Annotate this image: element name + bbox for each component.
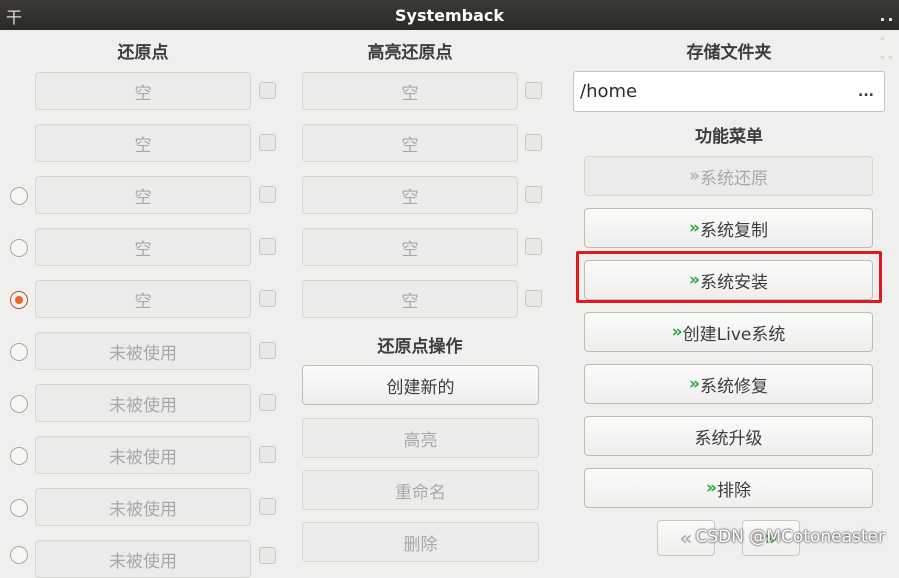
highlighted-point-checkbox[interactable] xyxy=(525,82,542,99)
restore-point-checkbox[interactable] xyxy=(259,394,276,411)
watermark-text: CSDN @MCotoneaster xyxy=(695,527,886,547)
storage-path-field[interactable]: /home ... xyxy=(573,71,885,112)
restore-point-slot: 未被使用 xyxy=(35,436,251,474)
highlighted-point-checkbox[interactable] xyxy=(525,238,542,255)
restore-point-slot: 空 xyxy=(35,228,251,266)
restore-point-slot: 未被使用 xyxy=(35,488,251,526)
delete-button[interactable]: 删除 xyxy=(302,522,539,562)
restore-point-checkbox[interactable] xyxy=(259,186,276,203)
chevron-right-icon: » xyxy=(689,374,700,394)
restore-point-checkbox[interactable] xyxy=(259,290,276,307)
highlighted-point-slot: 空 xyxy=(302,72,518,110)
create-live-system-button[interactable]: » 创建Live系统 xyxy=(584,312,873,352)
system-restore-label: 系统还原 xyxy=(699,168,768,189)
restore-point-checkbox[interactable] xyxy=(259,498,276,515)
highlighted-points-heading: 高亮还原点 xyxy=(367,43,453,63)
chevron-right-icon: » xyxy=(689,166,700,186)
restore-point-radio[interactable] xyxy=(10,546,28,564)
restore-point-checkbox[interactable] xyxy=(259,547,276,564)
restore-point-radio[interactable] xyxy=(10,187,28,205)
restore-point-slot: 未被使用 xyxy=(35,384,251,422)
pin-icon[interactable]: 干 xyxy=(6,4,22,28)
system-upgrade-label: 系统升级 xyxy=(694,428,763,449)
window-menu-icon[interactable] xyxy=(881,8,895,78)
restore-point-radio[interactable] xyxy=(10,239,28,257)
exclude-label: 排除 xyxy=(716,480,751,501)
restore-point-checkbox[interactable] xyxy=(259,342,276,359)
storage-path-text: /home xyxy=(580,81,638,102)
restore-point-radio[interactable] xyxy=(10,447,28,465)
highlighted-point-slot: 空 xyxy=(302,280,518,318)
browse-button[interactable]: ... xyxy=(858,84,874,100)
highlighted-point-slot: 空 xyxy=(302,124,518,162)
system-repair-label: 系统修复 xyxy=(699,376,768,397)
system-copy-button[interactable]: » 系统复制 xyxy=(584,208,873,248)
highlight-button[interactable]: 高亮 xyxy=(302,418,539,458)
highlight-annotation-box xyxy=(576,251,882,303)
restore-point-radio[interactable] xyxy=(10,343,28,361)
highlighted-point-checkbox[interactable] xyxy=(525,134,542,151)
restore-points-heading: 还原点 xyxy=(117,43,169,63)
chevron-right-icon: » xyxy=(689,218,700,238)
restore-point-radio-selected[interactable] xyxy=(10,291,28,309)
highlighted-point-slot: 空 xyxy=(302,228,518,266)
restore-point-slot: 未被使用 xyxy=(35,332,251,370)
restore-point-slot: 空 xyxy=(35,176,251,214)
storage-folder-heading: 存储文件夹 xyxy=(686,43,772,63)
highlighted-point-checkbox[interactable] xyxy=(525,290,542,307)
system-restore-button[interactable]: » 系统还原 xyxy=(584,156,873,196)
restore-point-checkbox[interactable] xyxy=(259,134,276,151)
rename-button[interactable]: 重命名 xyxy=(302,470,539,510)
restore-point-checkbox[interactable] xyxy=(259,446,276,463)
window-title: Systemback xyxy=(394,5,505,25)
restore-point-slot: 空 xyxy=(35,124,251,162)
restore-point-slot: 未被使用 xyxy=(35,540,251,578)
create-new-button[interactable]: 创建新的 xyxy=(302,365,539,405)
chevron-right-icon: » xyxy=(671,322,683,342)
restore-point-slot: 空 xyxy=(35,72,251,110)
restore-point-slot: 空 xyxy=(35,280,251,318)
system-upgrade-button[interactable]: 系统升级 xyxy=(584,416,873,456)
restore-point-checkbox[interactable] xyxy=(259,82,276,99)
exclude-button[interactable]: » 排除 xyxy=(584,468,873,508)
highlighted-point-checkbox[interactable] xyxy=(525,186,542,203)
title-bar[interactable]: 干 Systemback xyxy=(0,0,899,78)
restore-point-radio[interactable] xyxy=(10,499,28,517)
restore-point-checkbox[interactable] xyxy=(259,238,276,255)
create-live-system-label: 创建Live系统 xyxy=(682,324,786,345)
system-repair-button[interactable]: » 系统修复 xyxy=(584,364,873,404)
highlighted-point-slot: 空 xyxy=(302,176,518,214)
system-copy-label: 系统复制 xyxy=(699,220,768,241)
chevron-right-icon: » xyxy=(706,478,717,498)
restore-point-radio[interactable] xyxy=(10,395,28,413)
chevron-left-icon: « xyxy=(679,526,693,550)
function-menu-heading: 功能菜单 xyxy=(695,127,763,147)
restore-ops-heading: 还原点操作 xyxy=(377,337,463,357)
